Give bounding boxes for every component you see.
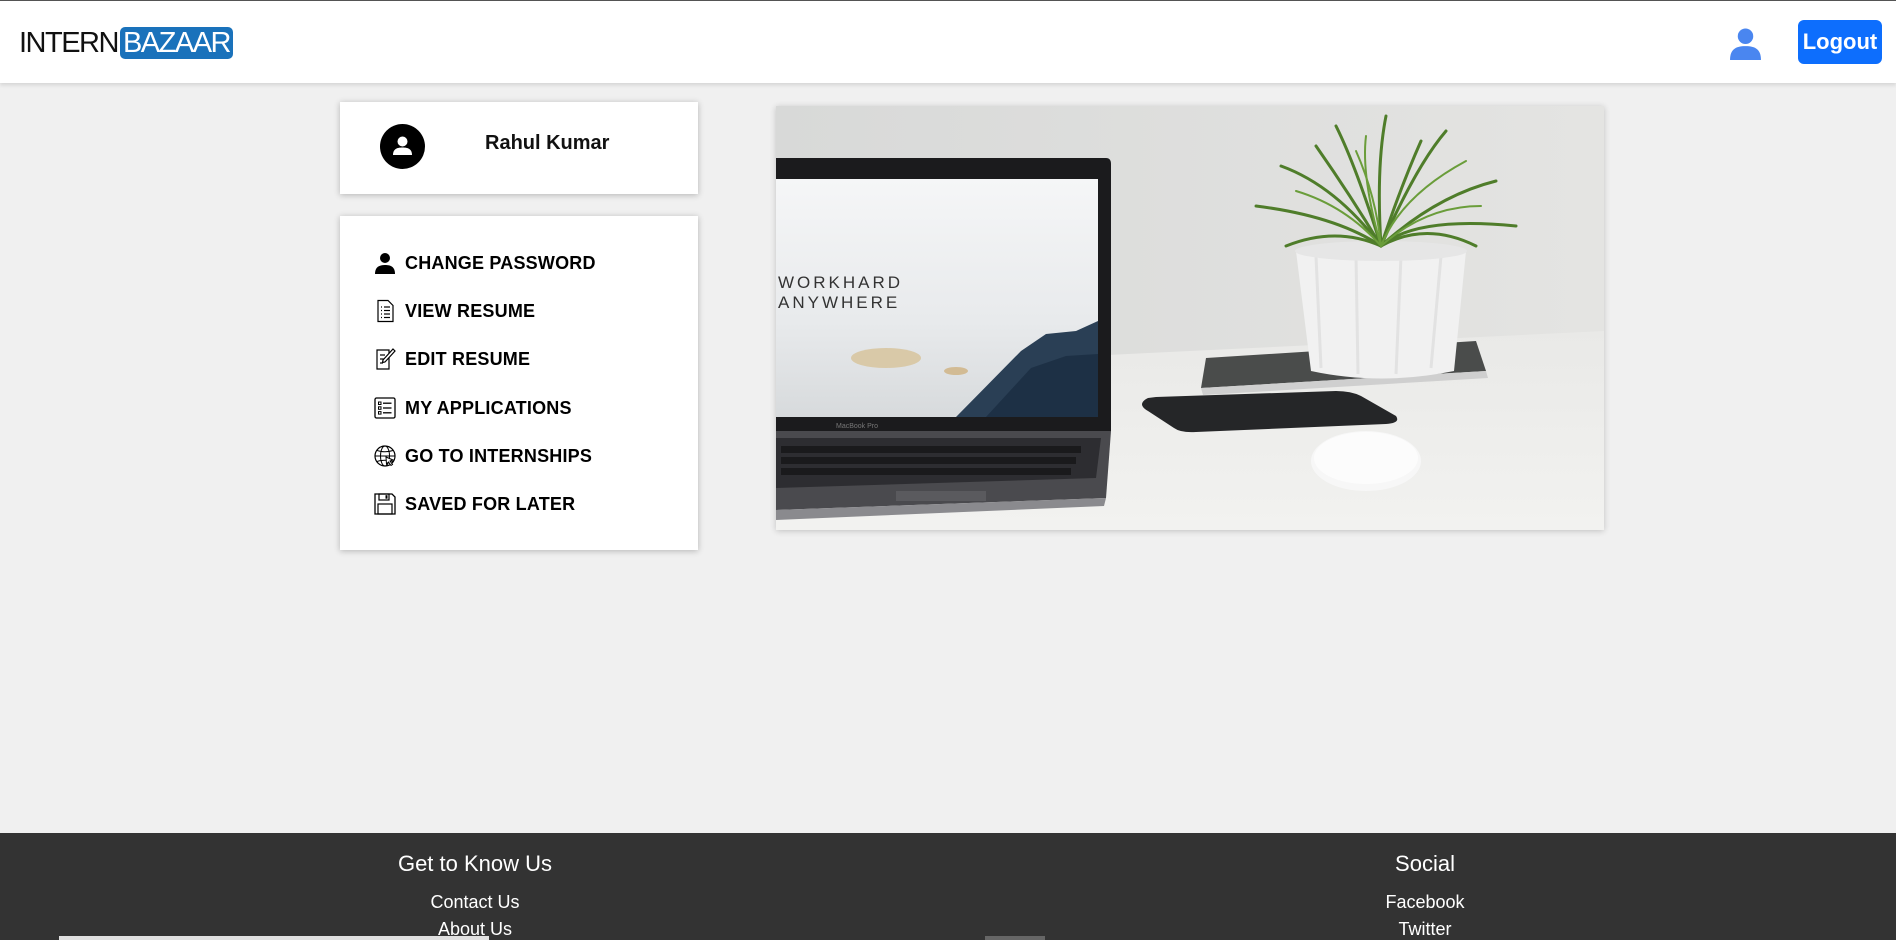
menu-item-label: EDIT RESUME [405, 348, 531, 369]
logo-text-bazaar: BAZAAR [119, 27, 233, 59]
laptop-brand-label: MacBook Pro [836, 423, 878, 430]
profile-name: Rahul Kumar [485, 132, 610, 154]
horizontal-scrollbar[interactable] [59, 936, 489, 940]
avatar-person-icon [393, 136, 412, 155]
user-profile-icon[interactable] [1729, 27, 1762, 60]
screen-text-line2: ANYWHERE [778, 293, 900, 312]
floppy-disk-icon [374, 493, 396, 515]
menu-item-change-password[interactable]: CHANGE PASSWORD [373, 248, 673, 278]
menu-item-saved-for-later[interactable]: SAVED FOR LATER [373, 489, 673, 519]
menu-item-label: GO TO INTERNSHIPS [405, 445, 593, 466]
footer-col-social: Social Facebook Twitter [1325, 851, 1525, 940]
menu-item-go-to-internships[interactable]: GO TO INTERNSHIPS [373, 441, 673, 471]
person-icon [375, 253, 395, 274]
site-logo[interactable]: INTERN BAZAAR [19, 26, 233, 60]
menu-item-label: MY APPLICATIONS [405, 397, 572, 418]
menu-item-label: CHANGE PASSWORD [405, 252, 596, 273]
hero-image: WORKHARD ANYWHERE MacBook Pro [776, 106, 1604, 530]
globe-icon [374, 445, 396, 467]
menu-item-edit-resume[interactable]: EDIT RESUME [373, 344, 673, 374]
menu-card: CHANGE PASSWORD VIEW RESUME EDIT RESUME … [340, 216, 698, 550]
document-icon [377, 299, 394, 323]
footer-link-twitter[interactable]: Twitter [1325, 916, 1525, 940]
profile-card: Rahul Kumar [340, 102, 698, 194]
logout-button[interactable]: Logout [1798, 20, 1882, 64]
footer-heading: Social [1395, 851, 1455, 876]
edit-document-icon [376, 348, 396, 370]
logo-text-intern: INTERN [19, 26, 119, 59]
workspace-illustration: WORKHARD ANYWHERE MacBook Pro [776, 106, 1604, 530]
avatar [380, 124, 425, 169]
list-icon [374, 397, 396, 419]
footer-col-get-to-know-us: Get to Know Us Contact Us About Us [375, 851, 575, 940]
footer-link-facebook[interactable]: Facebook [1325, 889, 1525, 916]
menu-item-view-resume[interactable]: VIEW RESUME [373, 296, 673, 326]
site-header: INTERN BAZAAR Logout [0, 1, 1896, 83]
menu-item-my-applications[interactable]: MY APPLICATIONS [373, 393, 673, 423]
footer-link-contact-us[interactable]: Contact Us [375, 889, 575, 916]
footer-heading: Get to Know Us [397, 851, 553, 876]
screen-text-line1: WORKHARD [778, 273, 903, 292]
site-footer: Get to Know Us Contact Us About Us Socia… [0, 833, 1896, 940]
scrollbar-thumb[interactable] [985, 936, 1045, 940]
menu-item-label: SAVED FOR LATER [405, 493, 576, 514]
menu-item-label: VIEW RESUME [405, 300, 536, 321]
